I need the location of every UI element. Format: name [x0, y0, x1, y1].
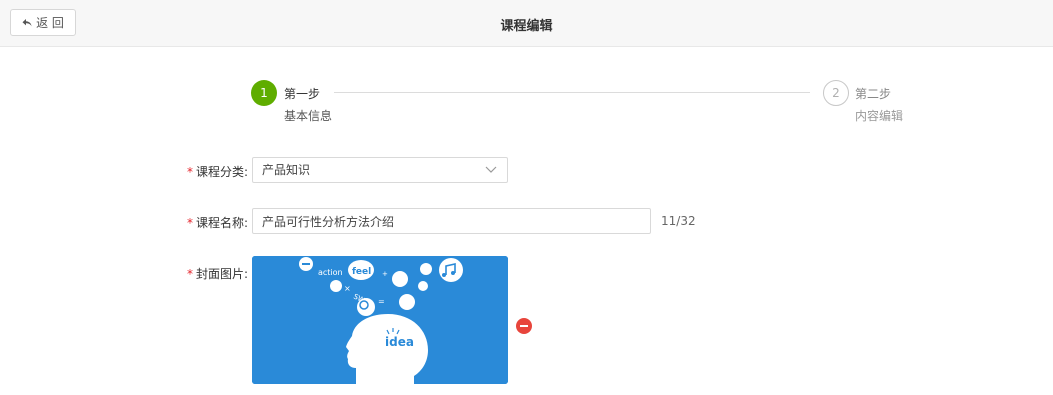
chevron-down-icon [485, 166, 497, 173]
cover-image[interactable]: action feel SW × + = idea [252, 256, 508, 384]
page-title: 课程编辑 [500, 19, 553, 34]
svg-text:+: + [382, 270, 388, 278]
cover-image-label: * 封面图片: [186, 267, 248, 281]
svg-text:=: = [378, 297, 385, 306]
top-bar: 返 回 课程编辑 [0, 0, 1053, 47]
step-1-indicator: 1 [251, 80, 277, 106]
minus-circle-icon[interactable] [516, 318, 532, 334]
step-1-description: 基本信息 [284, 109, 333, 123]
feel-word: feel [352, 267, 371, 277]
step-2-indicator: 2 [823, 80, 849, 106]
required-mark: * [186, 267, 193, 281]
step-2-title: 第二步 [855, 87, 892, 101]
category-select[interactable]: 产品知识 [252, 157, 508, 183]
svg-text:×: × [344, 284, 351, 293]
step-connector [334, 92, 810, 93]
character-counter: 11/32 [661, 214, 696, 228]
category-label: * 课程分类: [186, 165, 248, 179]
step-1-title: 第一步 [284, 87, 321, 101]
course-name-input[interactable] [252, 208, 651, 234]
required-mark: * [186, 216, 193, 230]
idea-word: idea [385, 335, 414, 349]
category-select-value: 产品知识 [262, 163, 311, 177]
step-2-description: 内容编辑 [855, 109, 904, 123]
idea-illustration: action feel SW × + = idea [252, 256, 508, 384]
required-mark: * [186, 165, 193, 179]
action-word: action [318, 268, 343, 277]
course-name-label: * 课程名称: [186, 216, 248, 230]
